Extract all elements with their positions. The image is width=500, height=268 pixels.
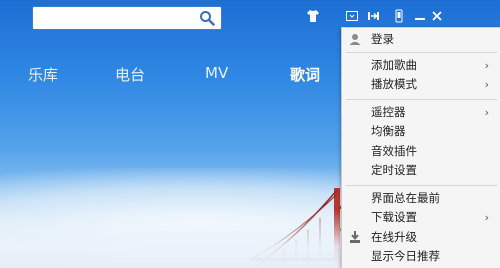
phone-icon[interactable] [392, 9, 406, 23]
menu-divider [346, 52, 497, 53]
chevron-right-icon: › [484, 106, 489, 119]
minimize-icon[interactable] [413, 9, 427, 23]
close-icon[interactable] [430, 9, 444, 23]
download-icon [350, 231, 360, 243]
menu-item-label: 音效插件 [371, 144, 417, 158]
menu-item-sound-plugins[interactable]: 音效插件 [342, 142, 500, 161]
search-input[interactable] [37, 7, 201, 30]
menu-divider [346, 99, 497, 100]
menu-item-label: 登录 [371, 32, 394, 46]
menu-item-equalizer[interactable]: 均衡器 [342, 122, 500, 141]
menu-item-daily-recommend[interactable]: 显示今日推荐 [342, 247, 500, 266]
shirt-icon[interactable] [306, 9, 320, 23]
menu-item-label: 下载设置 [371, 210, 417, 224]
tab-radio[interactable]: 电台 [115, 64, 145, 85]
menu-item-label: 遥控器 [371, 105, 406, 119]
tab-mv[interactable]: MV [205, 64, 228, 82]
menu-item-label: 显示今日推荐 [371, 249, 440, 263]
menu-item-label: 界面总在最前 [371, 191, 440, 205]
tab-lyrics[interactable]: 歌词 [290, 64, 320, 85]
mini-mode-icon[interactable] [345, 9, 359, 23]
menu-item-play-mode[interactable]: 播放模式 › [342, 75, 500, 94]
menu-item-label: 添加歌曲 [371, 58, 417, 72]
menu-item-timer[interactable]: 定时设置 [342, 161, 500, 180]
tab-library[interactable]: 乐库 [28, 64, 58, 85]
menu-divider [346, 185, 497, 186]
menu-item-always-on-top[interactable]: 界面总在最前 [342, 189, 500, 208]
menu-item-add-songs[interactable]: 添加歌曲 › [342, 56, 500, 75]
pin-icon[interactable] [367, 9, 381, 23]
menu-item-remote[interactable]: 遥控器 › [342, 103, 500, 122]
menu-item-label: 定时设置 [371, 163, 417, 177]
menu-item-label: 均衡器 [371, 124, 406, 138]
chevron-right-icon: › [484, 78, 489, 91]
search-icon[interactable] [199, 10, 215, 26]
chevron-right-icon: › [484, 59, 489, 72]
menu-item-download-settings[interactable]: 下载设置 › [342, 208, 500, 227]
menu-item-online-update[interactable]: 在线升级 [342, 228, 500, 247]
menu-item-label: 播放模式 [371, 77, 417, 91]
menu-item-login[interactable]: 登录 [342, 30, 500, 49]
menu-item-label: 在线升级 [371, 230, 417, 244]
app-window: 乐库 电台 MV 歌词 登录 添加歌曲 › 播放模式 › 遥控器 › 均衡器 音… [0, 0, 500, 268]
user-icon [349, 34, 361, 45]
search-box[interactable] [32, 6, 222, 30]
chevron-right-icon: › [484, 211, 489, 224]
main-menu: 登录 添加歌曲 › 播放模式 › 遥控器 › 均衡器 音效插件 定时设置 界面总… [341, 27, 500, 268]
